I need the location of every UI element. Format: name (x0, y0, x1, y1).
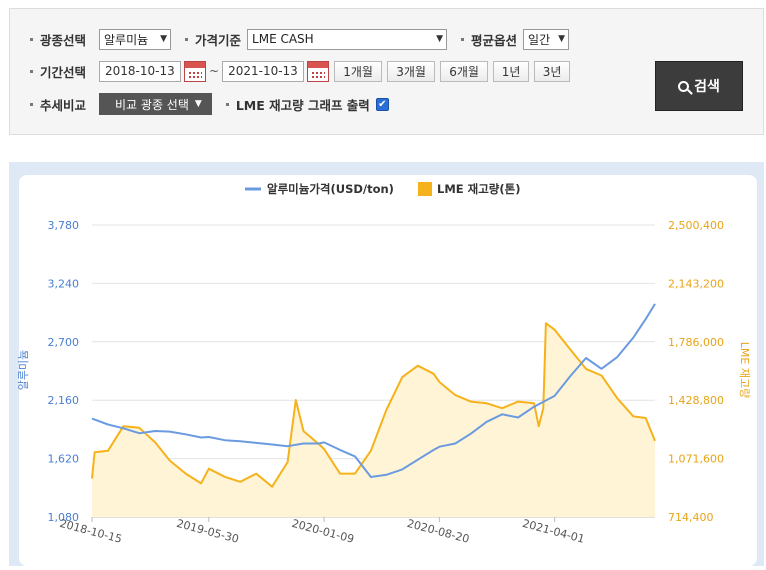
x-tick-label: 2020-01-09 (290, 517, 355, 546)
y-left-tick-label: 3,780 (48, 219, 80, 232)
y-right-tick-label: 1,786,000 (668, 336, 724, 349)
legend-price-label: 알루미늄가격(USD/ton) (267, 182, 394, 196)
x-tick-label: 2020-08-20 (406, 517, 471, 546)
y-left-axis-title: 알루미늄 (16, 350, 30, 390)
y-right-axis-title: LME 재고량 (738, 342, 751, 398)
y-right-tick-label: 1,071,600 (668, 453, 724, 466)
x-tick-label: 2019-05-30 (175, 517, 240, 546)
y-right-tick-label: 2,500,400 (668, 219, 724, 232)
y-right-tick-label: 714,400 (668, 511, 714, 524)
y-left-tick-label: 3,240 (48, 277, 80, 290)
y-right-tick-label: 1,428,800 (668, 394, 724, 407)
x-tick-label: 2021-04-01 (521, 517, 586, 546)
y-left-tick-label: 2,700 (48, 336, 80, 349)
y-right-tick-label: 2,143,200 (668, 277, 724, 290)
y-left-tick-label: 2,160 (48, 394, 80, 407)
legend-inventory-swatch (418, 182, 432, 196)
price-inventory-chart: 1,080 714,4001,620 1,071,6002,160 1,428,800… (16, 182, 751, 546)
inventory-area (92, 323, 655, 517)
y-left-tick-label: 1,620 (48, 453, 80, 466)
legend-inventory-label: LME 재고량(톤) (437, 182, 520, 196)
x-tick-label: 2018-10-15 (58, 517, 123, 546)
